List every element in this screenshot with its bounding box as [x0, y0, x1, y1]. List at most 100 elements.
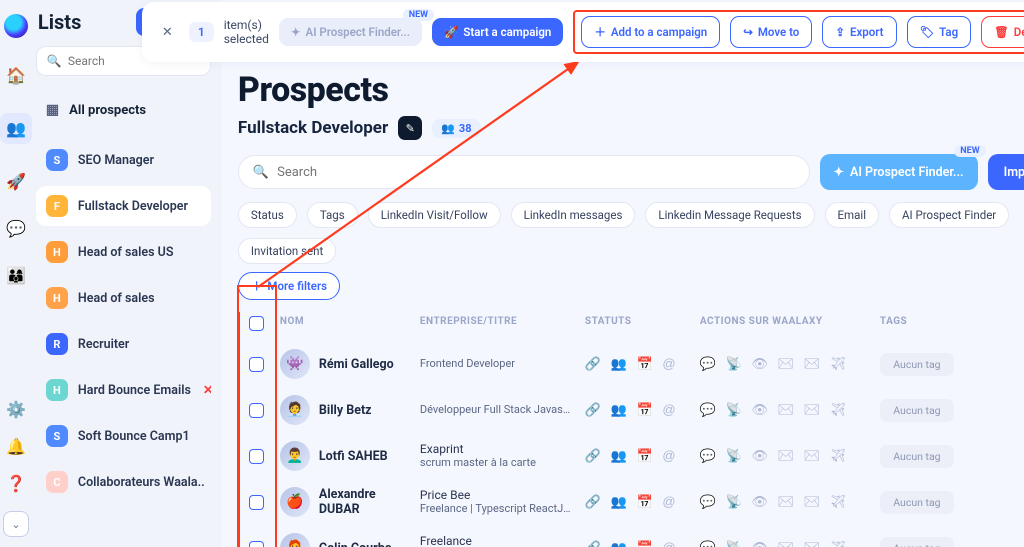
nav-rail: 🏠 👥 🚀 💬 👨‍👩‍👦 ⚙️ 🔔 ❓ ⌄	[0, 0, 32, 547]
filter-chip[interactable]: Linkedin Message Requests	[645, 202, 814, 228]
table-row[interactable]: 👨‍🦱Lotfi SAHEB Exaprintscrum master à la…	[240, 433, 1024, 479]
sidebar-title: Lists	[38, 10, 81, 34]
title: Développeur Full Stack Javas…	[420, 403, 579, 417]
no-tag-badge: Aucun tag	[880, 445, 954, 468]
list-item-label: Head of sales	[78, 291, 155, 306]
list-badge: H	[46, 379, 68, 401]
filter-chip[interactable]: LinkedIn messages	[511, 202, 636, 228]
move-to-button[interactable]: ↪ Move to	[730, 16, 812, 48]
tag-button[interactable]: 🏷 Tag	[907, 16, 972, 48]
edit-list-icon[interactable]: ✎	[398, 116, 422, 140]
filter-chip[interactable]: LinkedIn Visit/Follow	[368, 202, 501, 228]
all-prospects-link[interactable]: ▦ All prospects	[36, 94, 211, 126]
selected-count: 1	[189, 22, 214, 42]
row-checkbox[interactable]	[249, 449, 264, 464]
chat-icon[interactable]: 💬	[6, 219, 26, 238]
filter-chip[interactable]: Status	[238, 202, 297, 228]
sidebar-item[interactable]: RRecruiter	[36, 324, 211, 364]
team-icon[interactable]: 👨‍👩‍👦	[6, 266, 26, 285]
list-name: Fullstack Developer	[238, 118, 388, 138]
sidebar-item[interactable]: SSoft Bounce Camp1	[36, 416, 211, 456]
selected-label: item(s) selected	[224, 18, 269, 46]
no-tag-badge: Aucun tag	[880, 353, 954, 376]
no-tag-badge: Aucun tag	[880, 537, 954, 547]
row-checkbox[interactable]	[249, 403, 264, 418]
rocket-icon[interactable]: 🚀	[6, 172, 26, 191]
prospects-table: NOM ENTREPRISE/TITRE STATUTS ACTIONS SUR…	[238, 312, 1024, 547]
help-icon[interactable]: ❓	[6, 474, 26, 493]
col-statuts: STATUTS	[585, 316, 700, 331]
row-checkbox[interactable]	[249, 495, 264, 510]
people-small-icon: 👥	[441, 122, 455, 135]
new-badge: NEW	[954, 145, 985, 157]
gear-icon[interactable]: ⚙️	[6, 400, 26, 419]
search-icon: 🔍	[253, 165, 269, 180]
people-icon[interactable]: 👥	[0, 113, 32, 144]
table-row[interactable]: 🍎Alexandre DUBAR Price BeeFreelance | Ty…	[240, 479, 1024, 525]
col-entreprise: ENTREPRISE/TITRE	[420, 316, 585, 331]
main-panel: ✕ 1 item(s) selected ✦ AI Prospect Finde…	[222, 0, 1024, 547]
row-checkbox[interactable]	[249, 357, 264, 372]
no-tag-badge: Aucun tag	[880, 491, 954, 514]
add-to-campaign-button[interactable]: ＋ Add to a campaign	[581, 16, 720, 48]
x-icon: ✕	[203, 382, 211, 398]
list-item-label: Fullstack Developer	[78, 199, 188, 214]
table-row[interactable]: 🧑‍🦰Colin Courbe FreelanceDéveloppeur Sho…	[240, 525, 1024, 547]
table-header: NOM ENTREPRISE/TITRE STATUTS ACTIONS SUR…	[240, 312, 1024, 341]
ai-prospect-finder-button[interactable]: ✦ AI Prospect Finder...NEW	[820, 154, 978, 190]
export-button[interactable]: ⇪ Export	[822, 16, 896, 48]
main-search[interactable]: 🔍	[238, 155, 810, 189]
list-count-value: 38	[459, 122, 472, 135]
prospect-name: Rémi Gallego	[319, 357, 394, 372]
title: Freelance | Typescript ReactJ…	[420, 502, 579, 516]
home-icon[interactable]: 🏠	[6, 66, 26, 85]
sidebar-item[interactable]: HHead of sales US	[36, 232, 211, 272]
sidebar-item[interactable]: H Head of sales	[36, 278, 211, 318]
chevron-down-icon[interactable]: ⌄	[3, 511, 29, 537]
import-button[interactable]: Import ⌄	[988, 154, 1024, 190]
bell-icon[interactable]: 🔔	[6, 437, 26, 456]
ai-finder-ghost-button[interactable]: ✦ AI Prospect Finder...NEW	[279, 18, 422, 46]
start-campaign-button[interactable]: 🚀 Start a campaign	[432, 18, 563, 46]
filter-chip[interactable]: Tags	[307, 202, 358, 228]
avatar: 🍎	[280, 487, 310, 517]
sidebar-item[interactable]: HHard Bounce Emails✕	[36, 370, 211, 410]
filter-chip[interactable]: Email	[825, 202, 879, 228]
ai-finder-ghost-label: AI Prospect Finder...	[306, 25, 411, 39]
filter-chip[interactable]: AI Prospect Finder	[889, 202, 1009, 228]
status-icons: 🔗 👥 📅 @	[585, 448, 700, 464]
close-icon[interactable]: ✕	[156, 21, 179, 44]
table-row[interactable]: 🧑‍💼Billy Betz Développeur Full Stack Jav…	[240, 387, 1024, 433]
delete-button[interactable]: 🗑 Delete	[981, 16, 1024, 48]
grid-icon: ▦	[46, 102, 59, 118]
sidebar-item[interactable]: SSEO Manager	[36, 140, 211, 180]
prospect-name: Lotfi SAHEB	[319, 449, 388, 464]
ai-prospect-label: AI Prospect Finder...	[850, 165, 964, 180]
action-icons: 💬 📡 👁 ✉ ✉ ✈	[700, 402, 880, 418]
col-tags: TAGS	[880, 316, 960, 331]
list-badge: C	[46, 471, 68, 493]
list-badge: H	[46, 287, 68, 309]
filter-chip[interactable]: Invitation sent	[238, 238, 336, 264]
import-label: Import	[1004, 165, 1024, 180]
status-icons: 🔗 👥 📅 @	[585, 402, 700, 418]
delete-label: Delete	[1014, 25, 1024, 39]
sidebar-item[interactable]: F Fullstack Developer	[36, 186, 211, 226]
status-icons: 🔗 👥 📅 @	[585, 356, 700, 372]
more-filters-button[interactable]: ＋ More filters	[238, 272, 340, 300]
status-icons: 🔗 👥 📅 @	[585, 540, 700, 547]
sidebar-item[interactable]: CCollaborateurs Waala..	[36, 462, 211, 502]
title: Frontend Developer	[420, 357, 579, 371]
all-prospects-label: All prospects	[69, 103, 146, 118]
main-search-input[interactable]	[277, 165, 794, 180]
select-all-checkbox[interactable]	[249, 316, 264, 331]
new-badge: NEW	[403, 9, 434, 21]
prospect-name: Colin Courbe	[319, 541, 392, 547]
row-checkbox[interactable]	[249, 541, 264, 547]
list-badge: R	[46, 333, 68, 355]
title: scrum master à la carte	[420, 456, 579, 470]
avatar: 👾	[280, 349, 310, 379]
list-badge: F	[46, 195, 68, 217]
company: Exaprint	[420, 442, 579, 456]
table-row[interactable]: 👾 Rémi Gallego Frontend Developer 🔗 👥 📅 @…	[240, 341, 1024, 387]
